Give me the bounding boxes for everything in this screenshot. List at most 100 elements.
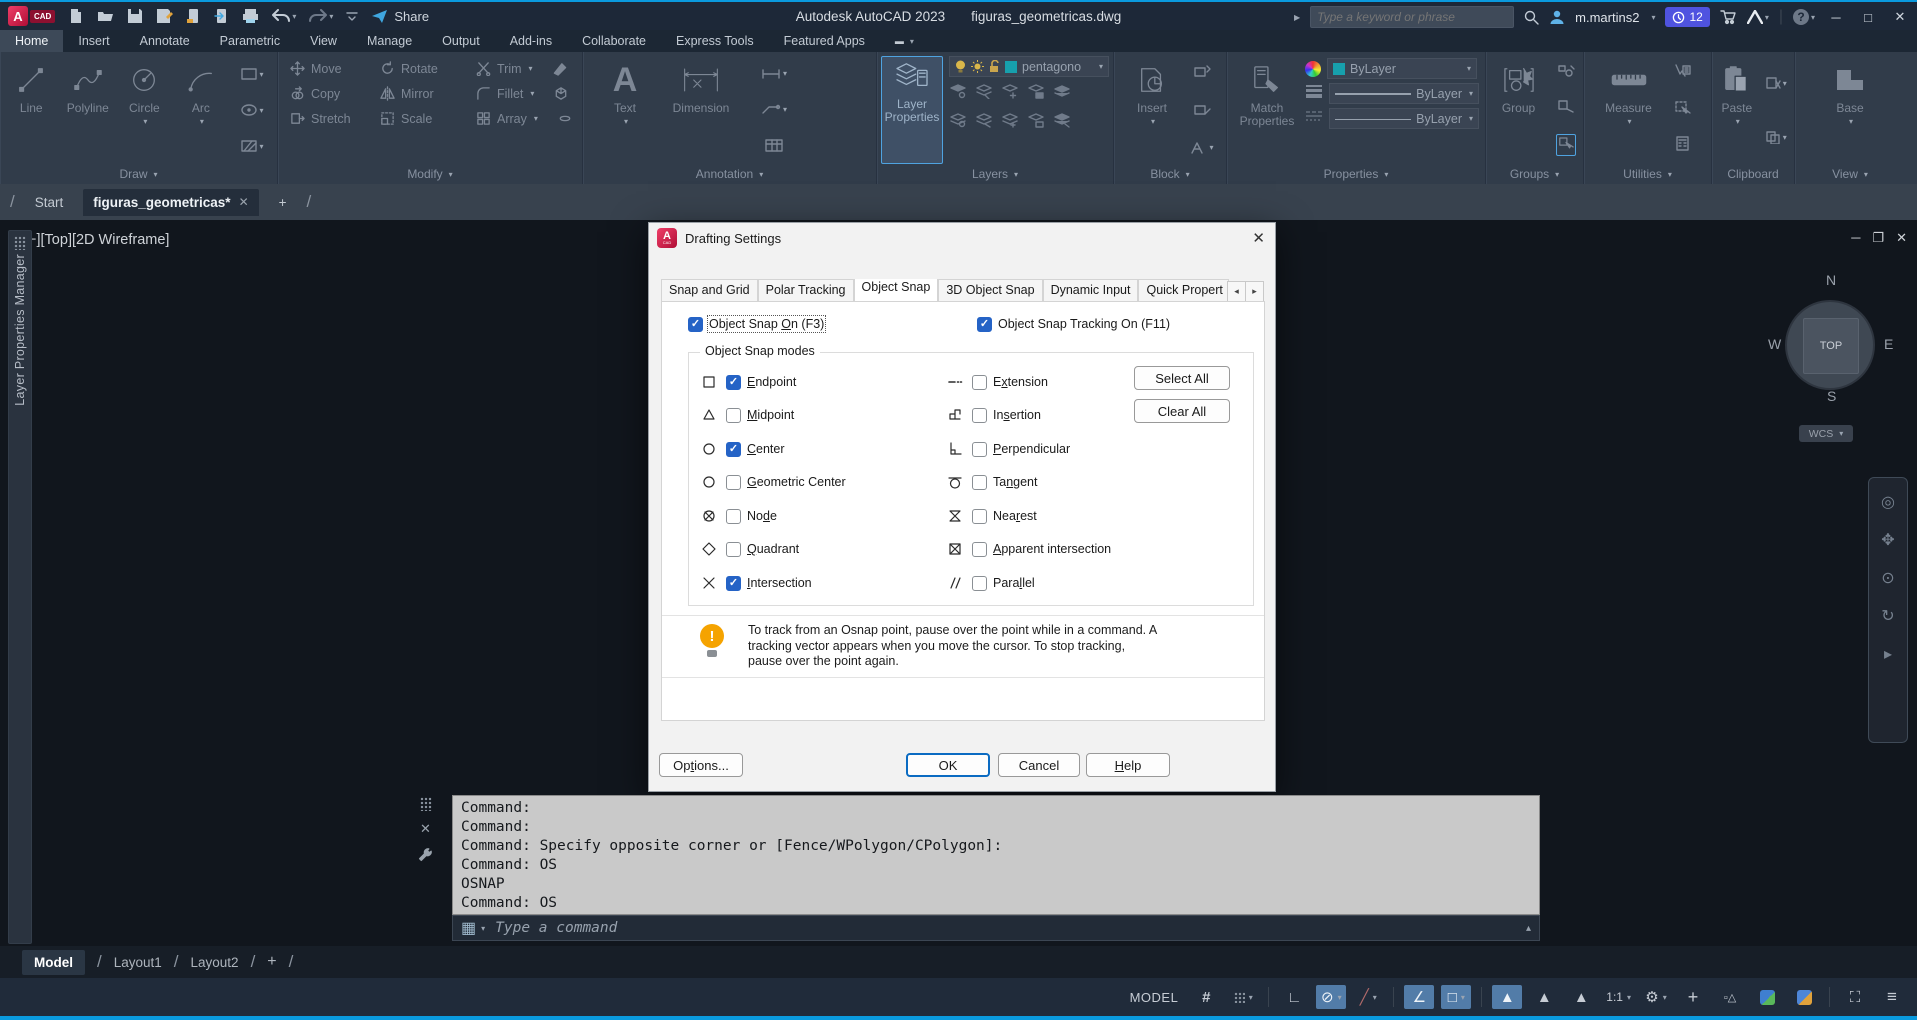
file-tab-document[interactable]: figuras_geometricas* ✕ <box>83 188 259 216</box>
endpoint-checkbox[interactable] <box>726 374 741 390</box>
command-history-up-icon[interactable]: ▴ <box>1526 923 1531 934</box>
intersection-checkbox[interactable] <box>726 575 741 591</box>
group-edit-button[interactable] <box>1557 99 1575 118</box>
array-button[interactable]: Array ▾ <box>474 106 538 131</box>
visual-style-control[interactable]: [2D Wireframe] <box>72 232 170 248</box>
chevron-down-icon[interactable]: ▾ <box>1099 62 1103 71</box>
table-button[interactable] <box>765 139 783 152</box>
share-button[interactable]: Share <box>371 9 429 24</box>
ribbon-tab-manage[interactable]: Manage <box>352 30 427 52</box>
user-avatar-icon[interactable] <box>1549 9 1565 25</box>
match-properties-button[interactable]: Match Properties <box>1235 56 1299 164</box>
options-button[interactable]: Op t ions... <box>659 753 743 777</box>
layer-isolate-button[interactable] <box>975 83 993 104</box>
trim-button[interactable]: Trim ▾ <box>474 56 533 81</box>
quadrant-label[interactable]: Quadrant <box>747 542 799 556</box>
chevron-down-icon[interactable]: ▾ <box>1765 13 1769 22</box>
close-window-icon[interactable]: ✕ <box>1889 9 1911 25</box>
quick-calculator-button[interactable] <box>1675 136 1690 156</box>
graphics-performance-button[interactable] <box>1752 985 1782 1009</box>
dialog-close-icon[interactable]: ✕ <box>1252 229 1265 247</box>
endpoint-label[interactable]: Endpoint <box>747 375 796 389</box>
lineweight-icon[interactable] <box>1305 84 1323 103</box>
tab-snap-and-grid[interactable]: Snap and Grid <box>661 279 758 301</box>
command-close-icon[interactable]: ✕ <box>420 821 431 837</box>
midpoint-checkbox[interactable] <box>726 407 741 423</box>
customization-menu-button[interactable]: ≡ <box>1877 985 1907 1009</box>
midpoint-label[interactable]: Midpoint <box>747 408 794 422</box>
copy-clip-button[interactable]: ▾ <box>1765 130 1787 144</box>
tab-scroll-right-icon[interactable]: ▸ <box>1245 281 1264 302</box>
chevron-down-icon[interactable]: ▾ <box>1461 993 1465 1002</box>
chevron-down-icon[interactable]: ▾ <box>143 117 147 126</box>
viewcube-west[interactable]: W <box>1768 336 1781 352</box>
rectangle-button[interactable]: ▾ <box>240 67 264 81</box>
panel-label-layers[interactable]: Layers ▾ <box>877 164 1113 184</box>
model-space-indicator[interactable]: MODEL <box>1130 990 1179 1005</box>
ribbon-tab-express-tools[interactable]: Express Tools <box>661 30 769 52</box>
tab-quick-properties[interactable]: Quick Propert <box>1138 279 1229 301</box>
chevron-down-icon[interactable]: ▾ <box>1663 993 1667 1002</box>
hatch-button[interactable]: ▾ <box>240 139 264 153</box>
panel-label-block[interactable]: Block ▾ <box>1114 164 1226 184</box>
fillet-button[interactable]: Fillet ▾ <box>474 81 534 106</box>
grid-display-toggle[interactable]: # <box>1191 985 1221 1009</box>
panel-label-utilities[interactable]: Utilities ▾ <box>1584 164 1711 184</box>
layer-unlock-icon[interactable] <box>989 60 1000 73</box>
command-options-icon[interactable]: ▦ ▾ <box>461 918 485 938</box>
linetype-dropdown[interactable]: ByLayer ▾ <box>1329 108 1479 129</box>
chevron-down-icon[interactable]: ▾ <box>529 64 533 73</box>
redo-button[interactable]: ▾ <box>309 9 333 23</box>
chevron-down-icon[interactable]: ▾ <box>200 117 204 126</box>
search-expand-icon[interactable]: ▶ <box>1294 13 1300 22</box>
tangent-label[interactable]: Tangent <box>993 475 1038 489</box>
autodesk-logo-icon[interactable]: ▾ <box>1746 10 1769 24</box>
node-label[interactable]: Node <box>747 509 777 523</box>
viewcube-east[interactable]: E <box>1884 336 1893 352</box>
object-snap-toggle[interactable]: □ ▾ <box>1441 985 1472 1009</box>
polyline-button[interactable]: Polyline <box>61 56 116 164</box>
clear-all-button[interactable]: Clear All <box>1134 399 1230 423</box>
undo-button[interactable]: ▾ <box>272 9 296 23</box>
pan-icon[interactable]: ✥ <box>1881 530 1894 550</box>
orbit-icon[interactable]: ↻ <box>1881 606 1894 626</box>
ribbon-tab-home[interactable]: Home <box>0 30 64 52</box>
maximize-window-icon[interactable]: □ <box>1857 10 1879 25</box>
drawing-area[interactable]: [−][Top][2D Wireframe] ─ ❐ ✕ Layer Prope… <box>0 220 1917 946</box>
command-history[interactable]: Command: Command: Command: Specify oppos… <box>452 795 1540 915</box>
isolate-objects-button[interactable]: ▫△ <box>1715 985 1745 1009</box>
parallel-checkbox[interactable] <box>972 575 987 591</box>
overkill-button[interactable] <box>556 106 574 131</box>
autocad-logo-icon[interactable]: A CAD <box>8 6 56 26</box>
linetype-icon[interactable] <box>1305 109 1323 128</box>
navigation-wheel-icon[interactable]: ◎ <box>1881 492 1895 512</box>
layer-make-current-button[interactable] <box>1053 83 1071 104</box>
ortho-mode-toggle[interactable]: ∟ <box>1279 985 1309 1009</box>
base-button[interactable]: Base ▾ <box>1822 56 1878 164</box>
chevron-down-icon[interactable]: ▾ <box>1338 993 1342 1002</box>
open-folder-icon[interactable] <box>97 8 114 24</box>
node-checkbox[interactable] <box>726 508 741 524</box>
explode-button[interactable] <box>552 81 570 106</box>
paste-button[interactable]: Paste ▾ <box>1716 56 1758 164</box>
doc-restore-icon[interactable]: ❐ <box>1872 230 1884 246</box>
ribbon-display-toggle[interactable]: ▬ ▾ <box>880 30 929 52</box>
layer-properties-manager-palette-bar[interactable]: Layer Properties Manager <box>8 230 32 944</box>
panel-label-annotation[interactable]: Annotation ▾ <box>583 164 876 184</box>
layer-unlock-all-button[interactable] <box>1027 112 1045 133</box>
mirror-button[interactable]: Mirror <box>378 81 456 106</box>
batch-plot-icon[interactable] <box>186 8 201 24</box>
customize-qat-icon[interactable] <box>346 10 359 22</box>
measure-button[interactable]: Measure ▾ <box>1599 56 1659 164</box>
chevron-down-icon[interactable]: ▾ <box>1249 993 1253 1002</box>
chevron-down-icon[interactable]: ▾ <box>1467 64 1471 73</box>
ribbon-tab-view[interactable]: View <box>295 30 352 52</box>
save-icon[interactable] <box>127 8 143 24</box>
hardware-acceleration-button[interactable] <box>1789 985 1819 1009</box>
ribbon-tab-parametric[interactable]: Parametric <box>205 30 295 52</box>
edit-block-button[interactable] <box>1193 103 1211 122</box>
cart-icon[interactable] <box>1720 9 1737 25</box>
select-all-button[interactable]: Select All <box>1134 366 1230 390</box>
annotation-scale-control[interactable]: 1:1 ▾ <box>1603 985 1634 1009</box>
chevron-down-icon[interactable]: ▾ <box>534 114 538 123</box>
